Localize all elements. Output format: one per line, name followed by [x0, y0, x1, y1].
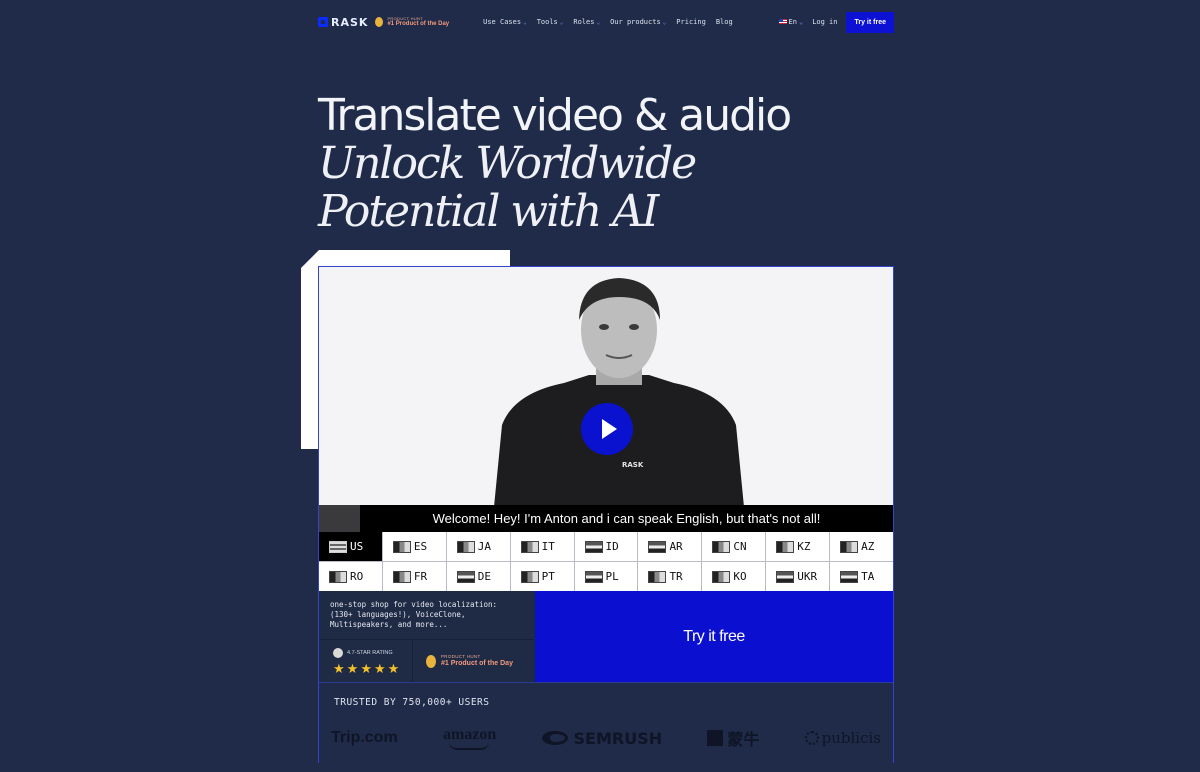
rask-logo-icon: [318, 17, 328, 27]
flag-icon: [584, 570, 603, 583]
star-rating: ★ ★ ★ ★ ★: [333, 662, 412, 675]
video-demo-card: RASK Welcome! Hey! I'm Anton and i can s…: [318, 266, 894, 763]
medal-icon: [426, 654, 436, 668]
subtitle-bar-left: [319, 505, 360, 532]
client-logos: Trip.com amazon SEMRUSH 蒙牛 publicis: [331, 725, 881, 751]
flag-icon: [840, 570, 859, 583]
star-icon: ★: [387, 661, 400, 676]
chevron-down-icon: ⌄: [662, 19, 667, 26]
semrush-logo: SEMRUSH: [541, 729, 662, 748]
language-grid: US ES JA IT ID AR CN KZ AZ RO FR DE PT P…: [319, 532, 893, 591]
menu-item-tools[interactable]: Tools ⌄: [537, 18, 564, 26]
logo-text: RASK: [331, 15, 369, 29]
flag-icon: [392, 540, 411, 553]
menu-item-use-cases[interactable]: Use Cases ⌄: [483, 18, 527, 26]
flag-icon: [520, 570, 539, 583]
subtitle-bar: Welcome! Hey! I'm Anton and i can speak …: [319, 505, 893, 532]
us-flag-icon: [778, 19, 787, 24]
menu-item-blog[interactable]: Blog: [716, 18, 733, 26]
flag-icon: [584, 540, 603, 553]
lang-cn[interactable]: CN: [702, 532, 766, 561]
lang-us[interactable]: US: [319, 532, 382, 561]
rating-label: 4.7-STAR RATING: [347, 650, 393, 656]
hero-heading: Translate video & audio Unlock Worldwide…: [318, 90, 792, 237]
flag-icon: [712, 570, 731, 583]
lang-ko[interactable]: KO: [702, 562, 766, 591]
amazon-logo: amazon: [443, 726, 496, 750]
star-icon: ★: [346, 661, 359, 676]
video-player[interactable]: RASK: [319, 267, 893, 505]
menu-item-pricing[interactable]: Pricing: [676, 18, 706, 26]
hero-subtitle-line2: Potential with AI: [318, 186, 659, 237]
star-icon: ★: [373, 661, 386, 676]
flag-icon: [456, 540, 475, 553]
language-selector[interactable]: En ⌄: [778, 18, 804, 26]
flag-icon: [776, 570, 795, 583]
flag-icon: [456, 570, 475, 583]
trusted-title: TRUSTED BY 750,000+ USERS: [334, 697, 490, 708]
flag-icon: [329, 540, 347, 553]
flag-icon: [776, 540, 795, 553]
lang-ar[interactable]: AR: [638, 532, 702, 561]
shirt-logo: RASK: [622, 461, 644, 469]
lang-pl[interactable]: PL: [574, 562, 638, 591]
product-hunt-title: #1 Product of the Day: [387, 21, 450, 27]
publicis-icon: [804, 731, 819, 745]
lang-ta[interactable]: TA: [830, 562, 893, 591]
mengniu-logo: 蒙牛: [707, 726, 759, 750]
flag-icon: [648, 540, 667, 553]
flag-icon: [329, 570, 347, 583]
mengniu-icon: [707, 730, 724, 746]
semrush-icon: [541, 731, 568, 745]
lang-ro[interactable]: RO: [319, 562, 382, 591]
product-hunt-badge-bottom[interactable]: PRODUCT HUNT #1 Product of the Day: [413, 640, 534, 682]
lang-de[interactable]: DE: [446, 562, 510, 591]
rask-logo[interactable]: RASK: [318, 16, 368, 29]
chevron-down-icon: ⌄: [798, 18, 804, 26]
product-hunt-badge[interactable]: PRODUCT HUNT #1 Product of the Day: [375, 17, 449, 27]
main-menu: Use Cases ⌄ Tools ⌄ Roles ⌄ Our products ⌄ P…: [483, 18, 733, 26]
product-hunt-title: #1 Product of the Day: [441, 659, 513, 667]
flag-icon: [648, 570, 667, 583]
product-description: one-stop shop for video localization: (1…: [330, 600, 498, 629]
rating-badge[interactable]: 4.7-STAR RATING ★ ★ ★ ★ ★: [319, 640, 413, 682]
flag-icon: [712, 540, 731, 553]
flag-icon: [392, 570, 411, 583]
login-link[interactable]: Log in: [812, 18, 837, 26]
top-navigation: RASK PRODUCT HUNT #1 Product of the Day …: [318, 10, 894, 34]
lang-az[interactable]: AZ: [830, 532, 893, 561]
lang-fr[interactable]: FR: [382, 562, 446, 591]
try-free-button[interactable]: Try it free: [535, 591, 893, 682]
lang-it[interactable]: IT: [510, 532, 574, 561]
trip-com-logo: Trip.com: [331, 729, 398, 746]
lang-ukr[interactable]: UKR: [766, 562, 830, 591]
trusted-section: TRUSTED BY 750,000+ USERS Trip.com amazo…: [319, 682, 893, 763]
info-panel: one-stop shop for video localization: (1…: [319, 591, 535, 682]
try-free-header-button[interactable]: Try it free: [846, 11, 894, 33]
flag-icon: [520, 540, 539, 553]
lang-tr[interactable]: TR: [638, 562, 702, 591]
publicis-logo: publicis: [804, 729, 881, 747]
chevron-down-icon: ⌄: [559, 19, 564, 26]
lang-ja[interactable]: JA: [446, 532, 510, 561]
play-button[interactable]: [581, 403, 633, 455]
lang-es[interactable]: ES: [382, 532, 446, 561]
lang-id[interactable]: ID: [574, 532, 638, 561]
subtitle-text: Welcome! Hey! I'm Anton and i can speak …: [432, 511, 821, 526]
chevron-down-icon: ⌄: [523, 19, 527, 26]
hero-subtitle-line1: Unlock Worldwide: [318, 138, 697, 189]
star-icon: ★: [360, 661, 372, 676]
bottom-panel: one-stop shop for video localization: (1…: [319, 591, 893, 682]
medal-icon: [375, 17, 384, 27]
lang-pt[interactable]: PT: [510, 562, 574, 591]
chevron-down-icon: ⌄: [596, 19, 601, 26]
star-icon: ★: [333, 661, 345, 676]
g2-icon: [333, 648, 343, 658]
flag-icon: [840, 540, 859, 553]
lang-kz[interactable]: KZ: [766, 532, 830, 561]
presenter-image: RASK: [494, 278, 744, 505]
hero-title: Translate video & audio: [318, 90, 792, 141]
menu-item-our-products[interactable]: Our products ⌄: [610, 18, 666, 26]
menu-item-roles[interactable]: Roles ⌄: [573, 18, 600, 26]
